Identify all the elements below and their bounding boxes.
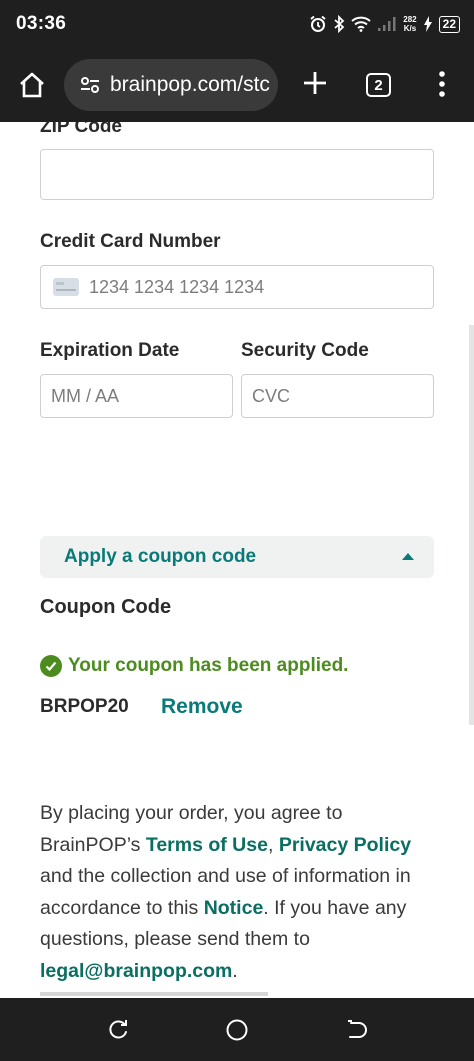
back-button[interactable] (344, 1018, 368, 1042)
page-content: ZIP Code Credit Card Number 1234 1234 12… (0, 122, 474, 998)
home-button[interactable] (14, 67, 50, 103)
recents-button[interactable] (106, 1018, 130, 1042)
status-bar: 03:36 282 K/s 22 (0, 0, 474, 48)
net-speed: 282 K/s (403, 15, 416, 33)
remove-coupon-link[interactable]: Remove (161, 695, 243, 719)
expiration-placeholder: MM / AA (51, 385, 120, 406)
card-number-field[interactable]: 1234 1234 1234 1234 (40, 265, 434, 309)
back-icon (348, 1020, 367, 1038)
alarm-icon (309, 15, 327, 33)
check-circle-icon (40, 655, 62, 677)
vertical-scrollbar[interactable] (469, 325, 474, 725)
coupon-heading: Coupon Code (40, 596, 172, 618)
new-tab-button[interactable] (298, 66, 332, 100)
chevron-up-icon (402, 553, 414, 560)
plus-icon (304, 72, 326, 94)
signal-icon (377, 16, 397, 32)
system-nav-bar (0, 998, 474, 1061)
home-icon (20, 72, 44, 98)
legal-sep: , (267, 833, 279, 856)
url-text: brainpop.com/stc (110, 73, 270, 96)
coupon-applied-text: Your coupon has been applied. (68, 655, 349, 676)
security-code-label: Security Code (241, 340, 369, 361)
legal-text-4: . (232, 959, 238, 982)
net-speed-value: 282 (403, 15, 417, 24)
status-icons: 282 K/s 22 (309, 12, 460, 36)
net-speed-unit: K/s (403, 24, 417, 33)
browser-toolbar: brainpop.com/stc 2 (0, 48, 474, 122)
more-menu-button[interactable] (430, 66, 454, 102)
more-vert-icon (439, 71, 445, 97)
privacy-policy-link[interactable]: Privacy Policy (279, 834, 411, 856)
zip-field[interactable] (40, 149, 434, 200)
coupon-toggle-label: Apply a coupon code (64, 546, 257, 567)
notice-link[interactable]: Notice (204, 897, 264, 919)
tune-icon[interactable] (78, 73, 102, 97)
card-number-placeholder: 1234 1234 1234 1234 (89, 276, 265, 297)
legal-notice: By placing your order, you agree to Brai… (40, 798, 440, 988)
charging-icon (423, 16, 433, 32)
bluetooth-icon (333, 15, 345, 33)
coupon-toggle[interactable]: Apply a coupon code (40, 536, 434, 578)
horizontal-scrollbar[interactable] (40, 992, 268, 996)
coupon-code-value: BRPOP20 (40, 696, 129, 717)
battery-indicator: 22 (438, 15, 460, 33)
zip-label: ZIP Code (40, 122, 122, 137)
expiration-label: Expiration Date (40, 340, 180, 361)
recents-icon (109, 1020, 127, 1039)
credit-card-icon (53, 278, 79, 296)
coupon-applied-message: Your coupon has been applied. (40, 655, 348, 677)
wifi-icon (351, 16, 371, 32)
tab-switcher-button[interactable]: 2 (366, 73, 391, 97)
clock: 03:36 (16, 13, 67, 34)
expiration-field[interactable]: MM / AA (40, 374, 233, 418)
security-code-field[interactable]: CVC (241, 374, 434, 418)
card-number-label: Credit Card Number (40, 231, 221, 252)
security-code-placeholder: CVC (252, 385, 291, 406)
battery-level: 22 (442, 17, 456, 31)
home-circle-icon (226, 1019, 248, 1041)
tab-count: 2 (374, 76, 383, 94)
home-nav-button[interactable] (225, 1018, 249, 1042)
terms-of-use-link[interactable]: Terms of Use (146, 834, 268, 856)
address-bar[interactable]: brainpop.com/stc (64, 59, 278, 111)
legal-email-link[interactable]: legal@brainpop.com (40, 960, 232, 982)
